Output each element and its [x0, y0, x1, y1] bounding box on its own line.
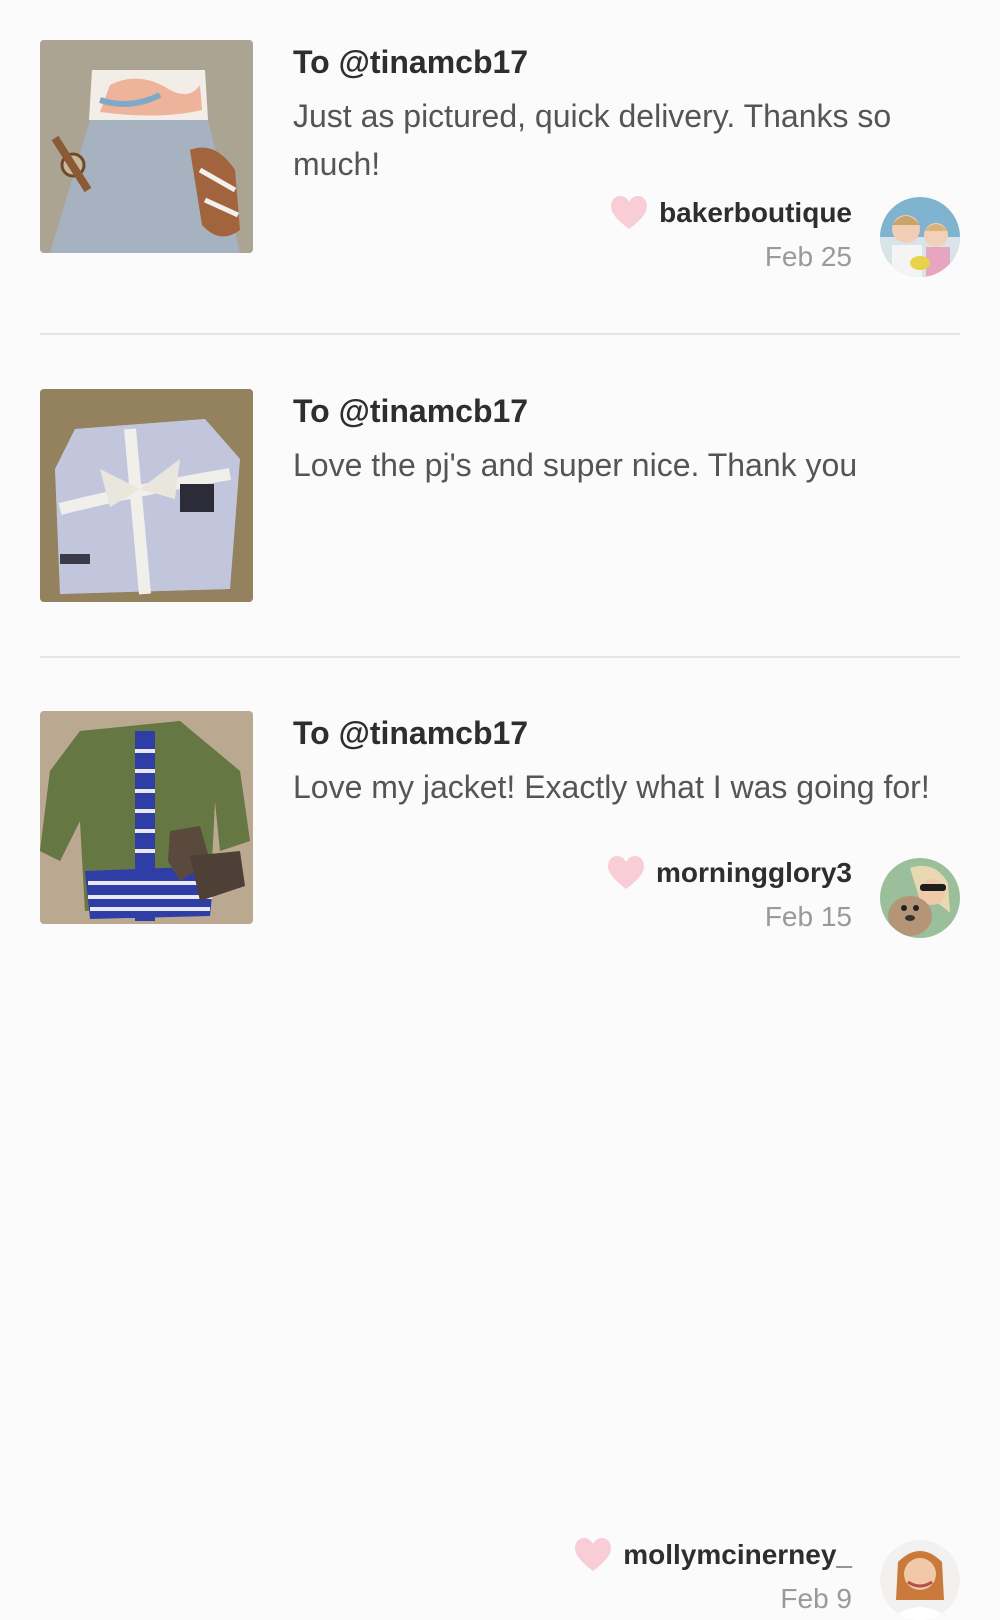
reviewer-avatar[interactable] [880, 1540, 960, 1620]
review-feed: To @tinamcb17 Just as pictured, quick de… [0, 0, 1000, 1620]
reviewer-username[interactable]: bakerboutique [659, 197, 852, 229]
listing-thumbnail[interactable] [40, 711, 253, 924]
heart-icon[interactable] [609, 195, 649, 231]
dress-outfit-photo-icon [40, 40, 253, 253]
review-message: Just as pictured, quick delivery. Thanks… [293, 98, 892, 182]
woman-with-dog-avatar-photo-icon [880, 858, 960, 938]
pajamas-package-photo-icon [40, 389, 253, 602]
reviewer-username[interactable]: morningglory3 [656, 857, 852, 889]
review-message: Love my jacket! Exactly what I was going… [293, 769, 930, 805]
review-recipient: To @tinamcb17 [293, 393, 529, 429]
woman-avatar-photo-icon [880, 1540, 960, 1620]
review-meta: bakerboutique Feb 25 [609, 195, 852, 273]
review-recipient: To @tinamcb17 [293, 715, 529, 751]
review-message: Love the pj's and super nice. Thank you [293, 447, 858, 483]
jacket-outfit-photo-icon [40, 711, 253, 924]
divider [40, 333, 960, 335]
review-meta: mollymcinerney_ Feb 9 [573, 1537, 852, 1615]
review-meta: morningglory3 Feb 15 [606, 855, 852, 933]
reviewer-avatar[interactable] [880, 858, 960, 938]
review-date: Feb 25 [764, 241, 852, 272]
listing-thumbnail[interactable] [40, 389, 253, 602]
listing-thumbnail[interactable] [40, 40, 253, 253]
divider [40, 656, 960, 658]
review-date: Feb 9 [780, 1583, 852, 1614]
reviewer-avatar[interactable] [880, 197, 960, 277]
heart-icon[interactable] [606, 855, 646, 891]
children-avatar-photo-icon [880, 197, 960, 277]
review-recipient: To @tinamcb17 [293, 44, 529, 80]
heart-icon[interactable] [573, 1537, 613, 1573]
review-date: Feb 15 [764, 901, 852, 932]
reviewer-username[interactable]: mollymcinerney_ [623, 1539, 852, 1571]
